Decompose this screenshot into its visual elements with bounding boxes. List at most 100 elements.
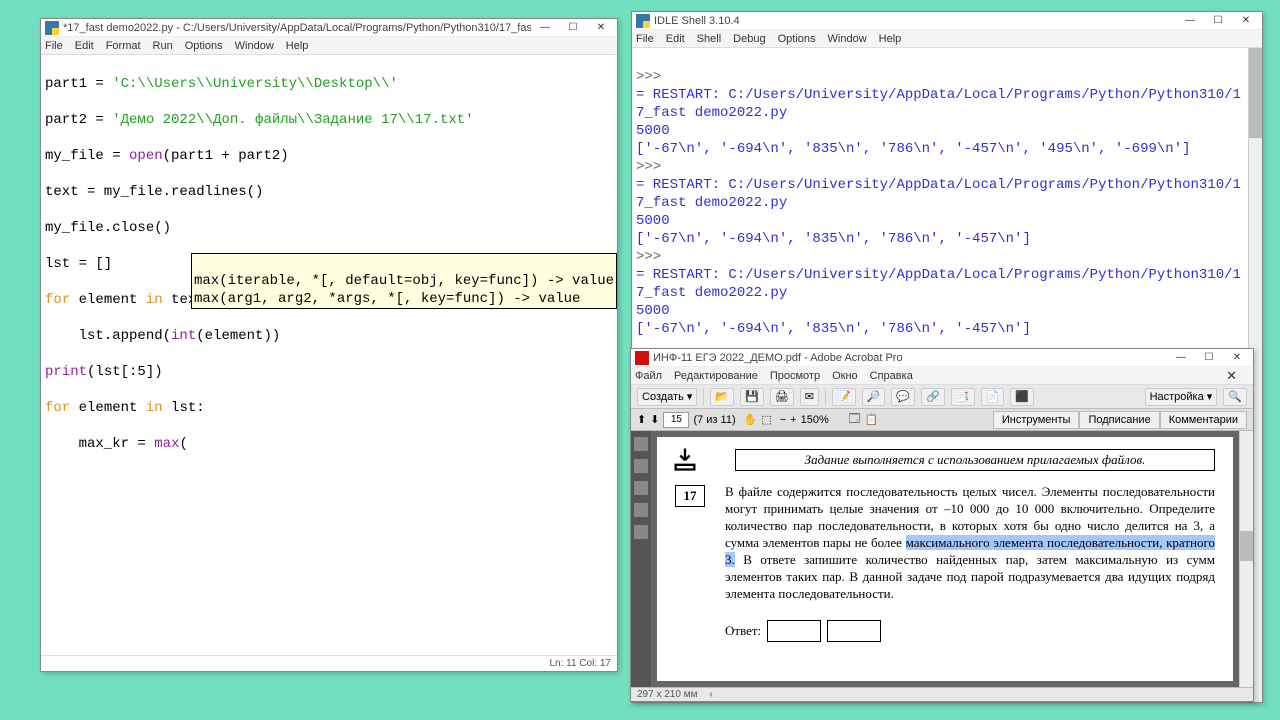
shell-output-line: ['-67\n', '-694\n', '835\n', '786\n', '-…: [636, 141, 1191, 157]
close-button[interactable]: ✕: [1223, 350, 1251, 366]
sidebar-icon[interactable]: [634, 525, 648, 539]
menu-help[interactable]: Help: [286, 40, 309, 52]
minimize-button[interactable]: —: [531, 20, 559, 36]
maximize-button[interactable]: ☐: [1204, 13, 1232, 29]
mail-icon[interactable]: ✉: [800, 388, 819, 406]
menu-debug[interactable]: Debug: [733, 33, 765, 45]
tool-icon[interactable]: 💬: [891, 388, 915, 406]
tool-icon[interactable]: ⬛: [1010, 388, 1034, 406]
search-icon[interactable]: 🔍: [1223, 388, 1247, 406]
page-size-label: 297 x 210 мм: [637, 689, 697, 700]
acrobat-pagebar: ⬆ ⬇ (7 из 11) ✋ ⬚ − + 150% 🗔 📋 Инструмен…: [631, 409, 1253, 431]
editor-statusbar: Ln: 11 Col: 17: [41, 655, 617, 671]
zoom-level[interactable]: 150%: [801, 414, 845, 426]
open-icon[interactable]: 📂: [710, 388, 734, 406]
pdf-page[interactable]: Задание выполняется с использованием при…: [657, 437, 1233, 681]
tool-icon[interactable]: 🗔: [849, 410, 861, 429]
shell-restart-line: = RESTART: C:/Users/University/AppData/L…: [636, 87, 1241, 121]
shell-menubar: File Edit Shell Debug Options Window Hel…: [632, 30, 1262, 48]
menu-view[interactable]: Просмотр: [770, 370, 820, 382]
close-button[interactable]: ✕: [1232, 13, 1260, 29]
tool-icon[interactable]: 📋: [865, 413, 879, 426]
minimize-button[interactable]: —: [1167, 350, 1195, 366]
menu-help[interactable]: Help: [879, 33, 902, 45]
menubar-close-icon[interactable]: ✕: [1226, 368, 1237, 384]
settings-button[interactable]: Настройка ▾: [1145, 388, 1218, 406]
python-icon: [45, 21, 59, 35]
answer-box[interactable]: [827, 620, 881, 642]
sidebar-icon[interactable]: [634, 503, 648, 517]
shell-output-line: ['-67\n', '-694\n', '835\n', '786\n', '-…: [636, 231, 1031, 247]
scroll-left-icon[interactable]: ‹: [709, 689, 712, 700]
menu-file[interactable]: Файл: [635, 370, 662, 382]
shell-output-line: 5000: [636, 213, 670, 229]
print-icon[interactable]: 🖨: [770, 388, 794, 406]
shell-restart-line: = RESTART: C:/Users/University/AppData/L…: [636, 177, 1241, 211]
menu-window[interactable]: Окно: [832, 370, 858, 382]
menu-options[interactable]: Options: [778, 33, 816, 45]
select-tool-icon[interactable]: ⬚: [761, 413, 771, 426]
tool-icon[interactable]: 🔎: [862, 388, 886, 406]
page-total-label: (7 из 11): [693, 414, 735, 426]
shell-prompt: >>>: [636, 159, 661, 175]
menu-file[interactable]: File: [45, 40, 63, 52]
tab-sign[interactable]: Подписание: [1079, 411, 1159, 429]
menu-options[interactable]: Options: [185, 40, 223, 52]
idle-editor-window: *17_fast demo2022.py - C:/Users/Universi…: [40, 18, 618, 672]
menu-edit[interactable]: Редактирование: [674, 370, 758, 382]
answer-box[interactable]: [767, 620, 821, 642]
create-button[interactable]: Создать ▾: [637, 388, 697, 406]
minimize-button[interactable]: —: [1176, 13, 1204, 29]
hand-tool-icon[interactable]: ✋: [744, 413, 758, 426]
menu-shell[interactable]: Shell: [697, 33, 721, 45]
task-banner: Задание выполняется с использованием при…: [735, 449, 1215, 471]
page-number-input[interactable]: [663, 412, 689, 428]
acrobat-menubar: Файл Редактирование Просмотр Окно Справк…: [631, 367, 1253, 385]
shell-prompt: >>>: [636, 249, 661, 265]
acrobat-scrollbar[interactable]: [1239, 431, 1253, 687]
sidebar-icon[interactable]: [634, 481, 648, 495]
editor-code-area[interactable]: part1 = 'C:\\Users\\University\\Desktop\…: [41, 55, 617, 655]
tool-icon[interactable]: 📄: [981, 388, 1005, 406]
shell-output-line: 5000: [636, 123, 670, 139]
menu-edit[interactable]: Edit: [666, 33, 685, 45]
sidebar-icon[interactable]: [634, 437, 648, 451]
editor-cursor-pos: Ln: 11 Col: 17: [549, 658, 611, 669]
shell-restart-line: = RESTART: C:/Users/University/AppData/L…: [636, 267, 1241, 301]
answer-row: Ответ:: [725, 620, 1215, 642]
shell-output-line: 5000: [636, 303, 670, 319]
save-icon[interactable]: 💾: [740, 388, 764, 406]
page-up-icon[interactable]: ⬆: [637, 413, 646, 426]
zoom-in-icon[interactable]: +: [790, 414, 796, 426]
page-down-icon[interactable]: ⬇: [650, 413, 659, 426]
menu-help[interactable]: Справка: [870, 370, 913, 382]
shell-titlebar[interactable]: IDLE Shell 3.10.4 — ☐ ✕: [632, 12, 1262, 30]
download-icon: [671, 445, 699, 473]
acrobat-sidebar[interactable]: [631, 431, 651, 687]
pdf-icon: [635, 351, 649, 365]
shell-prompt: >>>: [636, 69, 661, 85]
acrobat-titlebar[interactable]: ИНФ-11 ЕГЭ 2022_ДЕМО.pdf - Adobe Acrobat…: [631, 349, 1253, 367]
menu-file[interactable]: File: [636, 33, 654, 45]
zoom-out-icon[interactable]: −: [780, 414, 786, 426]
menu-edit[interactable]: Edit: [75, 40, 94, 52]
editor-titlebar[interactable]: *17_fast demo2022.py - C:/Users/Universi…: [41, 19, 617, 37]
tab-tools[interactable]: Инструменты: [993, 411, 1080, 429]
maximize-button[interactable]: ☐: [1195, 350, 1223, 366]
menu-run[interactable]: Run: [153, 40, 173, 52]
maximize-button[interactable]: ☐: [559, 20, 587, 36]
menu-window[interactable]: Window: [828, 33, 867, 45]
acrobat-body: Задание выполняется с использованием при…: [631, 431, 1253, 687]
calltip-tooltip: max(iterable, *[, default=obj, key=func]…: [191, 253, 617, 309]
answer-label: Ответ:: [725, 623, 761, 639]
menu-window[interactable]: Window: [235, 40, 274, 52]
acrobat-window: ИНФ-11 ЕГЭ 2022_ДЕМО.pdf - Adobe Acrobat…: [630, 348, 1254, 702]
tool-icon[interactable]: 📝: [832, 388, 856, 406]
tab-comments[interactable]: Комментарии: [1160, 411, 1247, 429]
tool-icon[interactable]: 📑: [951, 388, 975, 406]
sidebar-icon[interactable]: [634, 459, 648, 473]
menu-format[interactable]: Format: [106, 40, 141, 52]
close-button[interactable]: ✕: [587, 20, 615, 36]
tool-icon[interactable]: 🔗: [921, 388, 945, 406]
task-body: В файле содержится последовательность це…: [725, 483, 1215, 602]
